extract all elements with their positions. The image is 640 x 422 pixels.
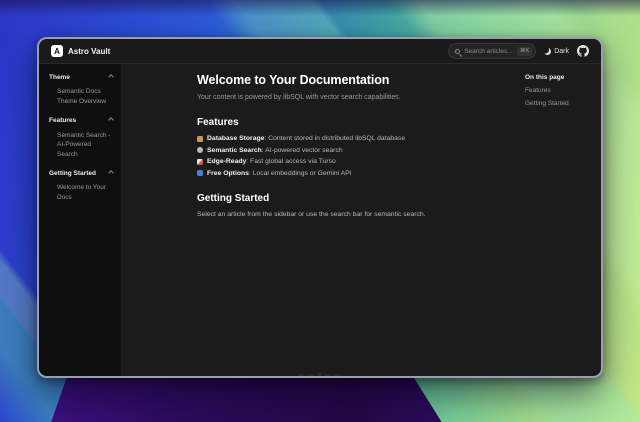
sidebar-section-label: Theme [49, 74, 70, 82]
footer-astro-logo-partial: astro [297, 370, 344, 376]
brand-name: Astro Vault [68, 47, 110, 56]
sidebar-section-getting-started: Getting Started Welcome to Your Docs [49, 170, 113, 202]
free-button-emoji [197, 170, 203, 176]
search-shortcut-badge: ⌘K [517, 47, 532, 56]
desktop-wallpaper: A Astro Vault ⌘K Dark [0, 0, 640, 422]
search-input[interactable] [464, 48, 513, 55]
moon-icon [544, 48, 551, 55]
app-logo-icon: A [51, 45, 63, 57]
sidebar-section-label: Features [49, 117, 76, 125]
theme-toggle-button[interactable]: Dark [544, 48, 569, 55]
search-box[interactable]: ⌘K [448, 43, 536, 59]
rocket-emoji [197, 159, 203, 165]
feature-text: Free Options: Local embeddings or Gemini… [207, 170, 352, 177]
chevron-up-icon [108, 170, 114, 176]
getting-started-heading: Getting Started [197, 193, 515, 204]
search-icon [455, 49, 460, 54]
sidebar-item-welcome-to-your-docs[interactable]: Welcome to Your Docs [49, 183, 113, 202]
sidebar-section-label: Getting Started [49, 170, 96, 178]
feature-text: Database Storage: Content stored in dist… [207, 135, 405, 142]
features-heading: Features [197, 117, 515, 128]
feature-item-database-storage: Database Storage: Content stored in dist… [197, 135, 515, 142]
features-list: Database Storage: Content stored in dist… [197, 135, 515, 177]
app-header: A Astro Vault ⌘K Dark [39, 39, 601, 64]
brand[interactable]: A Astro Vault [51, 45, 110, 57]
page-title: Welcome to Your Documentation [197, 73, 515, 87]
feature-text: Edge-Ready: Fast global access via Turso [207, 158, 336, 165]
magnifier-emoji [197, 147, 203, 153]
wallpaper-purple-band [0, 376, 640, 422]
sidebar-section-theme-header[interactable]: Theme [49, 74, 113, 82]
chevron-up-icon [108, 117, 114, 123]
chevron-up-icon [108, 74, 114, 80]
sidebar-section-features: Features Semantic Search - AI-Powered Se… [49, 117, 113, 159]
toc-link-getting-started[interactable]: Getting Started [525, 100, 593, 107]
getting-started-paragraph: Select an article from the sidebar or us… [197, 211, 515, 218]
main-content: Welcome to Your Documentation Your conte… [121, 64, 515, 376]
sidebar-item-semantic-search[interactable]: Semantic Search - AI-Powered Search [49, 131, 113, 159]
app-body: Theme Semantic Docs Theme Overview Featu… [39, 64, 601, 376]
toc-heading: On this page [525, 74, 593, 81]
feature-item-edge-ready: Edge-Ready: Fast global access via Turso [197, 158, 515, 165]
toc-link-features[interactable]: Features [525, 87, 593, 94]
feature-item-free-options: Free Options: Local embeddings or Gemini… [197, 170, 515, 177]
sidebar-section-features-header[interactable]: Features [49, 117, 113, 125]
feature-item-semantic-search: Semantic Search: AI-powered vector searc… [197, 147, 515, 154]
sidebar: Theme Semantic Docs Theme Overview Featu… [39, 64, 121, 376]
sidebar-section-getting-started-header[interactable]: Getting Started [49, 170, 113, 178]
intro-paragraph: Your content is powered by libSQL with v… [197, 94, 515, 101]
toc-panel: On this page Features Getting Started [515, 64, 601, 376]
feature-text: Semantic Search: AI-powered vector searc… [207, 147, 343, 154]
file-cabinet-emoji [197, 136, 203, 142]
github-icon [577, 45, 589, 57]
theme-toggle-label: Dark [554, 48, 569, 55]
sidebar-item-semantic-docs-theme-overview[interactable]: Semantic Docs Theme Overview [49, 87, 113, 106]
sidebar-section-theme: Theme Semantic Docs Theme Overview [49, 74, 113, 106]
github-button[interactable] [577, 45, 589, 57]
astro-vault-window: A Astro Vault ⌘K Dark [37, 37, 603, 378]
